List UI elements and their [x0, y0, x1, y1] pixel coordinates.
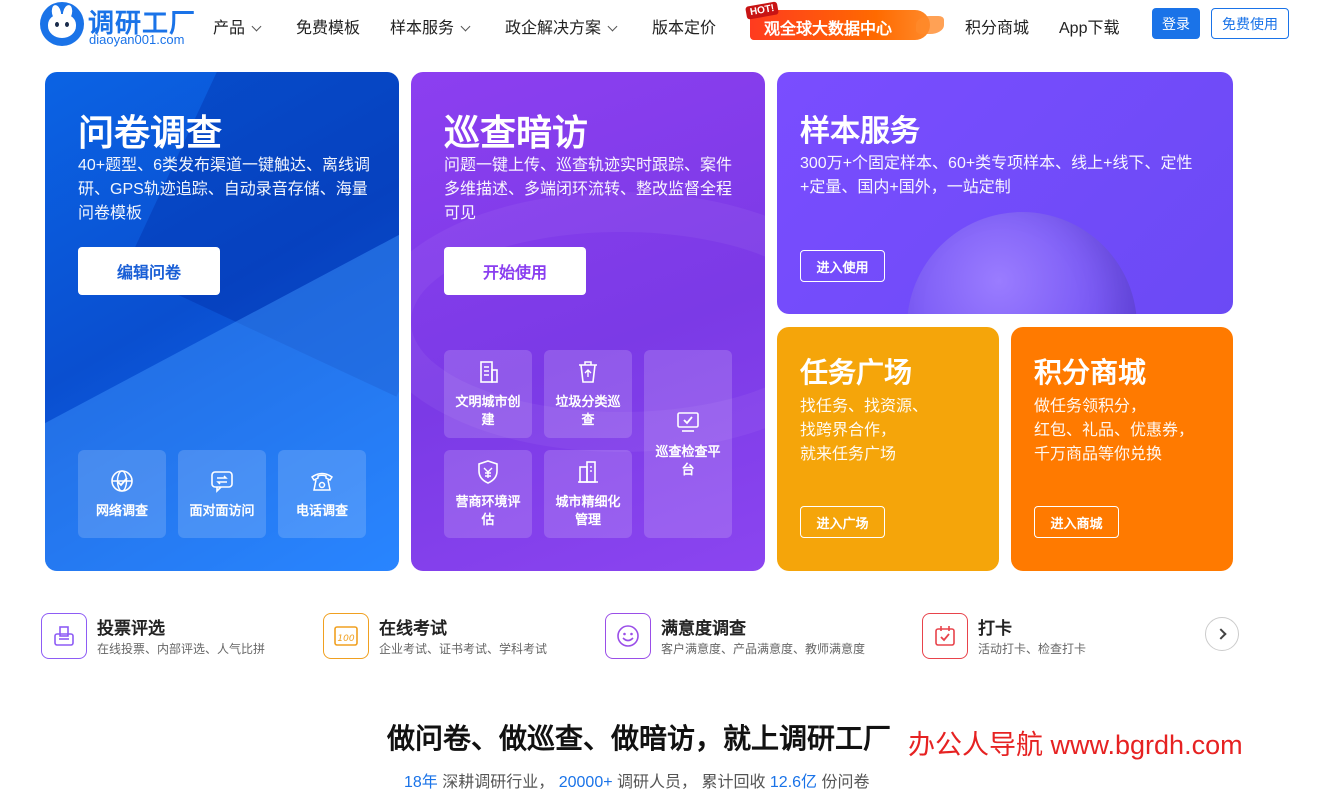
survey-title: 问卷调查 — [78, 112, 223, 153]
smiley-icon — [605, 613, 651, 659]
tile-business-environment[interactable]: 营商环境评估 — [444, 450, 532, 538]
sample-title: 样本服务 — [800, 115, 920, 148]
feature-check-in[interactable]: 打卡 活动打卡、检查打卡 — [922, 611, 1142, 661]
task-title: 任务广场 — [800, 357, 913, 388]
inspection-title: 巡查暗访 — [444, 112, 589, 153]
edit-survey-button[interactable]: 编辑问卷 — [78, 247, 220, 295]
mall-desc-line-1: 做任务领积分， — [1034, 398, 1147, 415]
task-desc-line-1: 找任务、找资源、 — [800, 398, 929, 415]
tile-phone-survey[interactable]: 电话调查 — [278, 450, 366, 538]
inspection-card: 巡查暗访 问题一键上传、巡查轨迹实时跟踪、案件多维描述、多端闭环流转、整改监督全… — [411, 72, 765, 571]
globe-illustration-icon — [907, 212, 1137, 314]
hot-banner-text: 观全球大数据中心 — [764, 21, 893, 38]
nav-item-product[interactable]: 产品 — [213, 14, 262, 38]
inspection-desc: 问题一键上传、巡查轨迹实时跟踪、案件多维描述、多端闭环流转、整改监督全程可见 — [444, 157, 733, 222]
tile-inspection-platform[interactable]: 巡查检查平台 — [644, 350, 732, 538]
enter-sample-button[interactable]: 进入使用 — [800, 250, 885, 282]
stats-line: 18年 深耕调研行业， 20000+ 调研人员， 累计回收 12.6亿 份问卷 — [404, 774, 870, 791]
sample-desc: 300万+个固定样本、60+类专项样本、线上+线下、定性+定量、国内+国外，一站… — [800, 155, 1193, 196]
nav-item-templates[interactable]: 免费模板 — [296, 14, 360, 38]
survey-desc: 40+题型、6类发布渠道一键触达、离线调研、GPS轨迹追踪、自动录音存储、海量问… — [78, 157, 371, 222]
chat-exchange-icon — [211, 471, 233, 493]
shield-yen-icon — [478, 460, 498, 484]
calendar-check-icon — [922, 613, 968, 659]
nav-item-app-download[interactable]: App下载 — [1059, 14, 1119, 38]
slogan: 做问卷、做巡查、做暗访，就上调研工厂 — [387, 723, 892, 754]
start-use-button[interactable]: 开始使用 — [444, 247, 586, 295]
chevron-down-icon — [251, 21, 262, 32]
enter-task-button[interactable]: 进入广场 — [800, 506, 885, 538]
mall-title: 积分商城 — [1034, 357, 1147, 388]
nav-item-gov-solutions[interactable]: 政企解决方案 — [505, 14, 618, 38]
ballot-box-icon — [41, 613, 87, 659]
logo-domain: diaoyan001.com — [89, 32, 185, 47]
free-use-button[interactable]: 免费使用 — [1211, 8, 1289, 39]
tile-civilized-city[interactable]: 文明城市创建 — [444, 350, 532, 438]
task-square-card: 任务广场 找任务、找资源、 找跨界合作， 就来任务广场 进入广场 — [777, 327, 999, 571]
telephone-icon — [310, 472, 334, 491]
points-mall-card: 积分商城 做任务领积分， 红包、礼品、优惠券， 千万商品等你兑换 进入商城 — [1011, 327, 1233, 571]
logo[interactable]: 调研工厂 diaoyan001.com — [40, 2, 200, 47]
mall-desc-line-3: 千万商品等你兑换 — [1034, 446, 1163, 463]
globe-check-icon — [111, 470, 133, 492]
feature-satisfaction[interactable]: 满意度调查 客户满意度、产品满意度、教师满意度 — [605, 611, 905, 661]
survey-card: 问卷调查 40+题型、6类发布渠道一键触达、离线调研、GPS轨迹追踪、自动录音存… — [45, 72, 399, 571]
task-desc-line-3: 就来任务广场 — [800, 446, 897, 463]
chevron-down-icon — [607, 21, 618, 32]
watermark: 办公人导航 www.bgrdh.com — [908, 730, 1243, 760]
building-icon — [480, 361, 498, 383]
nav-item-pricing[interactable]: 版本定价 — [652, 14, 716, 38]
rabbit-logo-icon — [40, 2, 84, 46]
trash-bin-icon — [579, 361, 597, 383]
feature-online-exam[interactable]: 100 在线考试 企业考试、证书考试、学科考试 — [323, 611, 583, 661]
sample-service-card: 样本服务 300万+个固定样本、60+类专项样本、线上+线下、定性+定量、国内+… — [777, 72, 1233, 314]
nav-item-sample-service[interactable]: 样本服务 — [390, 14, 471, 38]
city-buildings-icon — [578, 461, 598, 483]
hot-banner[interactable]: HOT! 观全球大数据中心 — [745, 1, 944, 42]
chevron-down-icon — [460, 21, 471, 32]
task-desc-line-2: 找跨界合作， — [800, 422, 897, 439]
top-nav: 调研工厂 diaoyan001.com 产品 免费模板 样本服务 政企解决方案 … — [0, 0, 1317, 50]
svg-text:100: 100 — [337, 634, 354, 644]
stat-people: 20000+ — [558, 774, 613, 791]
tile-face-to-face[interactable]: 面对面访问 — [178, 450, 266, 538]
enter-mall-button[interactable]: 进入商城 — [1034, 506, 1119, 538]
login-button[interactable]: 登录 — [1152, 8, 1200, 39]
chevron-right-icon — [1214, 628, 1227, 640]
next-arrow-button[interactable] — [1205, 617, 1239, 651]
tile-garbage-sorting[interactable]: 垃圾分类巡查 — [544, 350, 632, 438]
stat-count: 12.6亿 — [769, 774, 818, 791]
tile-online-survey[interactable]: 网络调查 — [78, 450, 166, 538]
feature-voting[interactable]: 投票评选 在线投票、内部评选、人气比拼 — [41, 611, 301, 661]
monitor-check-icon — [677, 412, 699, 432]
nav-item-points-mall[interactable]: 积分商城 — [965, 14, 1029, 38]
stat-years: 18年 — [404, 774, 438, 791]
mall-desc-line-2: 红包、礼品、优惠券， — [1034, 422, 1195, 439]
exam-score-icon: 100 — [323, 613, 369, 659]
tile-city-management[interactable]: 城市精细化管理 — [544, 450, 632, 538]
